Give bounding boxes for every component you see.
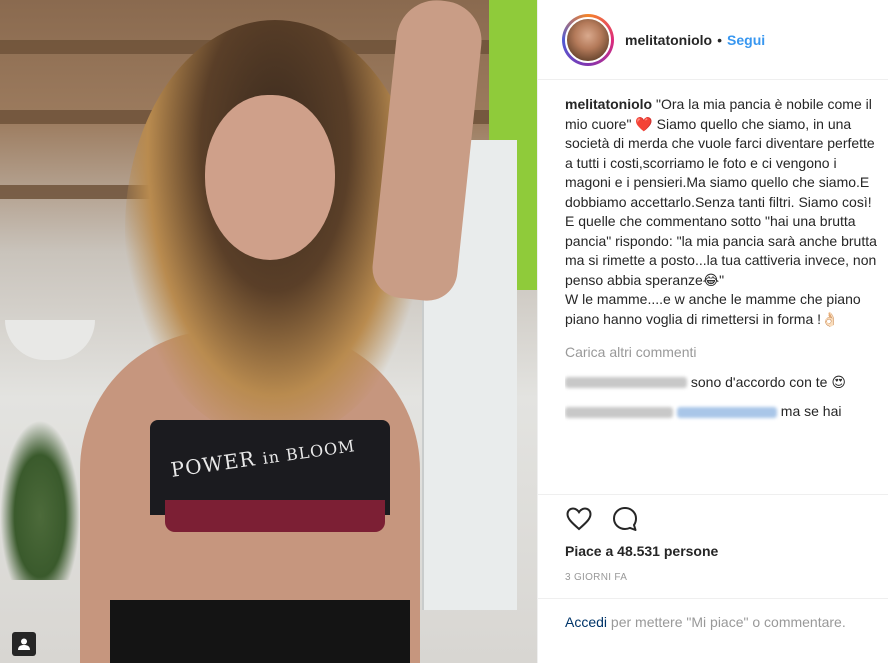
likes-count[interactable]: Piace a 48.531 persone: [565, 543, 718, 559]
sports-top-band: [165, 500, 385, 532]
follow-button[interactable]: Segui: [727, 32, 765, 48]
post-photo[interactable]: POWER in BLOOM: [0, 0, 537, 663]
comment-item: sono d'accordo con te 😍: [565, 373, 883, 393]
avatar[interactable]: [565, 16, 611, 63]
comment-text: ma se hai: [780, 403, 842, 419]
heart-icon[interactable]: [565, 505, 593, 533]
user-tag-icon[interactable]: [12, 632, 36, 656]
person-face: [205, 95, 335, 260]
comment-username-redacted[interactable]: [565, 377, 687, 389]
post-timestamp[interactable]: 3 GIORNI FA: [565, 572, 627, 583]
action-bar: [565, 505, 639, 533]
comments-list[interactable]: melitatoniolo "Ora la mia pancia è nobil…: [565, 95, 883, 493]
post-sidebar: melitatoniolo • Segui melitatoniolo "Ora…: [537, 0, 888, 663]
header-username[interactable]: melitatoniolo: [625, 32, 712, 48]
comment-icon[interactable]: [611, 505, 639, 533]
post-header: melitatoniolo • Segui: [538, 0, 888, 80]
divider: [538, 598, 888, 599]
comment-username-redacted[interactable]: [565, 406, 673, 418]
pants: [110, 600, 410, 663]
comment-text: sono d'accordo con te 😍: [690, 373, 846, 390]
plant: [0, 420, 80, 580]
caption-username[interactable]: melitatoniolo: [565, 96, 652, 112]
header-separator: •: [717, 31, 723, 48]
login-prompt: Accedi per mettere "Mi piace" o commenta…: [565, 612, 865, 632]
login-link[interactable]: Accedi: [565, 614, 607, 630]
login-prompt-text: per mettere "Mi piace" o commentare.: [607, 614, 846, 630]
caption: melitatoniolo "Ora la mia pancia è nobil…: [565, 95, 883, 329]
avatar-story-ring[interactable]: [562, 13, 614, 66]
divider: [538, 494, 888, 495]
comment-mention-redacted[interactable]: [676, 406, 777, 418]
caption-text: "Ora la mia pancia è nobile come il mio …: [565, 96, 877, 327]
comment-item: ma se hai: [565, 402, 883, 422]
ceiling-lamp: [5, 320, 95, 360]
load-more-comments[interactable]: Carica altri commenti: [565, 343, 883, 363]
